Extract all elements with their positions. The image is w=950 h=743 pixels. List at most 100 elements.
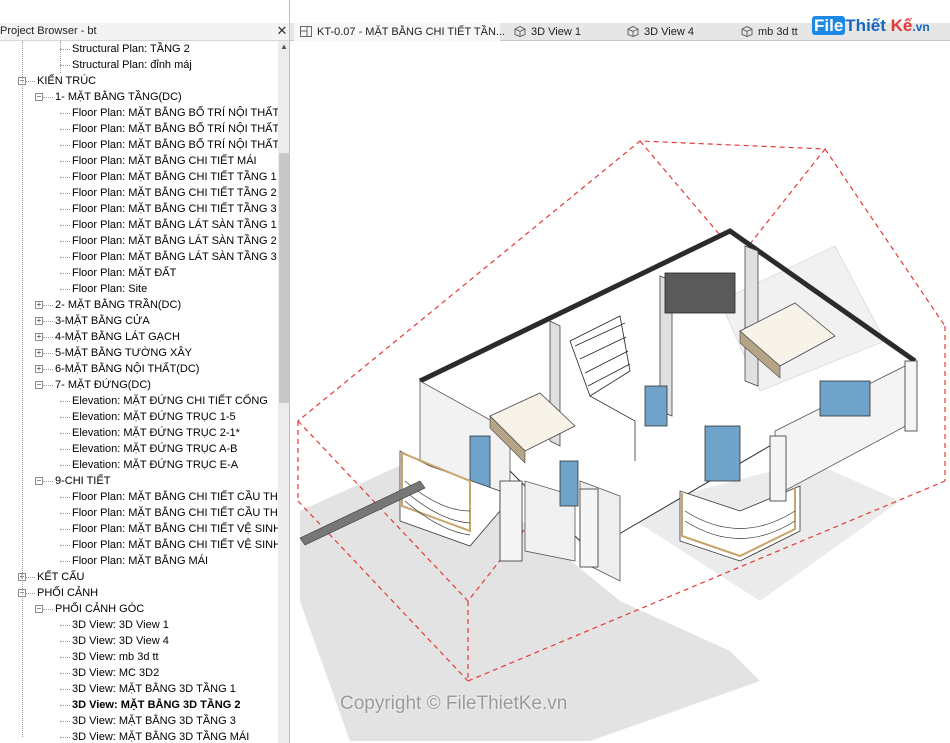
tab-label: KT-0.07 - MẶT BẰNG CHI TIẾT TẦN... [317, 26, 506, 38]
tree-item[interactable]: Floor Plan: MẶT BẰNG CHI TIẾT MÁI [72, 153, 257, 169]
project-browser-title-bar: Project Browser - bt ✕ [0, 23, 289, 41]
tree-item[interactable]: Elevation: MẶT ĐỨNG CHI TIẾT CỔNG [72, 393, 268, 409]
tree-item[interactable]: Floor Plan: MẶT BẰNG BỐ TRÍ NỘI THẤT TẦ [72, 137, 278, 153]
copyright-watermark: Copyright © FileThietKe.vn [340, 693, 568, 714]
tree-item[interactable]: Floor Plan: MẶT BẰNG CHI TIẾT CẦU THANG [72, 489, 278, 505]
tree-item-label: 3D View: MẶT BẰNG 3D TẦNG MÁI [72, 731, 250, 743]
wardrobe [664, 272, 736, 314]
tree-group[interactable]: KẾT CẤU [37, 569, 84, 585]
tree-connector [43, 353, 53, 354]
tree-group[interactable]: 7- MẶT ĐỨNG(DC) [55, 377, 151, 393]
tree-item[interactable]: Floor Plan: MẶT BẰNG LÁT SÀN TẦNG 2 [72, 233, 277, 249]
tree-item[interactable]: 3D View: MẶT BẰNG 3D TẦNG MÁI [72, 729, 249, 743]
3d-viewport[interactable] [290, 41, 950, 743]
tree-item[interactable]: Floor Plan: MẶT BẰNG CHI TIẾT VỆ SINH WC [72, 521, 278, 537]
expand-icon[interactable]: + [35, 349, 43, 357]
tree-group[interactable]: KIẾN TRÚC [37, 73, 96, 89]
tree-guide-line [60, 41, 61, 73]
tab-mb-3d-tt[interactable]: mb 3d tt [741, 23, 798, 41]
collapse-icon[interactable]: − [35, 381, 43, 389]
tree-item-label: Floor Plan: MẶT ĐẤT [72, 267, 177, 279]
tree-item[interactable]: Floor Plan: Site [72, 281, 147, 297]
tree-connector [60, 177, 70, 178]
tree-connector [26, 593, 35, 594]
tree-connector [60, 497, 70, 498]
tree-item[interactable]: Structural Plan: TẦNG 2 [72, 41, 190, 57]
tree-connector [60, 673, 70, 674]
collapse-icon[interactable]: − [35, 93, 43, 101]
tree-item[interactable]: 3D View: MC 3D2 [72, 665, 159, 681]
tree-connector [43, 481, 53, 482]
tree-item[interactable]: Floor Plan: MẶT ĐẤT [72, 265, 176, 281]
tree-group[interactable]: 3-MẶT BẰNG CỬA [55, 313, 150, 329]
collapse-icon[interactable]: − [35, 605, 43, 613]
tree-item[interactable]: Elevation: MẶT ĐỨNG TRỤC 1-5 [72, 409, 236, 425]
tree-item-label: Elevation: MẶT ĐỨNG TRỤC E-A [72, 459, 239, 471]
tree-item[interactable]: Floor Plan: MẶT BẰNG CHI TIẾT CẦU THANG [72, 505, 278, 521]
tree-item-label: 6-MẶT BẰNG NỘI THẤT(DC) [55, 363, 200, 375]
tree-item[interactable]: Floor Plan: MẶT BẰNG BỐ TRÍ NỘI THẤT TẦ [72, 121, 278, 137]
tree-item[interactable]: Floor Plan: MẶT BẰNG LÁT SÀN TẦNG 1 [72, 217, 277, 233]
tree-group[interactable]: 2- MẶT BẰNG TRẦN(DC) [55, 297, 181, 313]
tree-connector [60, 129, 70, 130]
expand-icon[interactable]: + [35, 365, 43, 373]
tree-item[interactable]: 3D View: MẶT BẰNG 3D TẦNG 2 [72, 697, 241, 713]
tree-item[interactable]: 3D View: 3D View 4 [72, 633, 169, 649]
tree-item-label: Floor Plan: MẶT BẰNG LÁT SÀN TẦNG 1 [72, 219, 277, 231]
tree-group[interactable]: PHỐI CẢNH [37, 585, 98, 601]
3d-floor-model [297, 140, 946, 741]
tab-3d-view-4[interactable]: 3D View 4 [627, 23, 694, 41]
tree-group[interactable]: 9-CHI TIẾT [55, 473, 110, 489]
tree-item-label: Elevation: MẶT ĐỨNG TRỤC 2-1* [72, 427, 240, 439]
tree-item-label: 1- MẶT BẰNG TẦNG(DC) [55, 91, 182, 103]
tree-item[interactable]: 3D View: MẶT BẰNG 3D TẦNG 3 [72, 713, 236, 729]
tree-scrollbar[interactable]: ▲ [278, 41, 289, 743]
tree-connector [60, 49, 70, 50]
tree-item[interactable]: Floor Plan: MẶT BẰNG CHI TIẾT TẦNG 3 [72, 201, 277, 217]
tree-item[interactable]: 3D View: MẶT BẰNG 3D TẦNG 1 [72, 681, 236, 697]
tree-connector [43, 305, 53, 306]
tree-item[interactable]: Floor Plan: MẶT BẰNG CHI TIẾT VỆ SINH WC [72, 537, 278, 553]
scroll-up-arrow-icon[interactable]: ▲ [278, 41, 289, 53]
tree-item[interactable]: 3D View: mb 3d tt [72, 649, 159, 665]
tree-item-label: Floor Plan: MẶT BẰNG CHI TIẾT CẦU THANG [72, 507, 278, 519]
close-icon[interactable]: ✕ [275, 24, 289, 38]
tree-connector [60, 193, 70, 194]
tree-connector [60, 561, 70, 562]
tree-item-label: 3D View: mb 3d tt [72, 651, 159, 663]
tree-item[interactable]: Structural Plan: đỉnh máj [72, 57, 192, 73]
tree-item[interactable]: Floor Plan: MẶT BẰNG LÁT SÀN TẦNG 3 [72, 249, 277, 265]
tree-item-label: 2- MẶT BẰNG TRẦN(DC) [55, 299, 182, 311]
tree-item[interactable]: Floor Plan: MẶT BẰNG CHI TIẾT TẦNG 1 [72, 169, 277, 185]
tree-group[interactable]: PHỐI CẢNH GÓC [55, 601, 144, 617]
tree-connector [26, 577, 35, 578]
tree-connector [60, 273, 70, 274]
tree-item[interactable]: Floor Plan: MẶT BẰNG CHI TIẾT TẦNG 2 [72, 185, 277, 201]
tree-group[interactable]: 4-MẶT BẰNG LÁT GẠCH [55, 329, 180, 345]
tree-connector [60, 417, 70, 418]
tree-group[interactable]: 6-MẶT BẰNG NỘI THẤT(DC) [55, 361, 199, 377]
tree-item[interactable]: Elevation: MẶT ĐỨNG TRỤC E-A [72, 457, 238, 473]
expand-icon[interactable]: + [35, 333, 43, 341]
tree-connector [60, 241, 70, 242]
tree-group[interactable]: 5-MẶT BẰNG TƯỜNG XÂY [55, 345, 192, 361]
scroll-thumb[interactable] [279, 153, 289, 403]
collapse-icon[interactable]: − [35, 477, 43, 485]
tab-3d-view-1[interactable]: 3D View 1 [514, 23, 581, 41]
expand-icon[interactable]: + [35, 301, 43, 309]
project-browser-title: Project Browser - bt [0, 25, 97, 37]
project-browser: Project Browser - bt ✕ Structural Plan: … [0, 0, 290, 743]
tree-item[interactable]: Elevation: MẶT ĐỨNG TRỤC A-B [72, 441, 237, 457]
tree-item[interactable]: 3D View: 3D View 1 [72, 617, 169, 633]
tree-item-label: Elevation: MẶT ĐỨNG CHI TIẾT CỔNG [72, 395, 268, 407]
tree-group[interactable]: 1- MẶT BẰNG TẦNG(DC) [55, 89, 182, 105]
project-browser-tree: Structural Plan: TẦNG 2 Structural Plan: … [0, 41, 278, 743]
expand-icon[interactable]: + [35, 317, 43, 325]
tree-item[interactable]: Floor Plan: MẶT BẰNG MÁI [72, 553, 208, 569]
tree-connector [60, 161, 70, 162]
tree-connector [60, 625, 70, 626]
tab-kt-0-07[interactable]: KT-0.07 - MẶT BẰNG CHI TIẾT TẦN... [294, 23, 505, 41]
tree-item[interactable]: Elevation: MẶT ĐỨNG TRỤC 2-1* [72, 425, 240, 441]
tree-connector [60, 113, 70, 114]
tree-item[interactable]: Floor Plan: MẶT BẰNG BỐ TRÍ NỘI THẤT TẦ [72, 105, 278, 121]
